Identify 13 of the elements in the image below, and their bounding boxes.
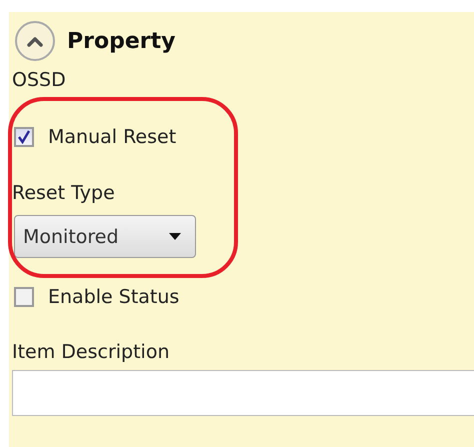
checkbox-label: Enable Status <box>48 286 180 308</box>
checkbox-label: Manual Reset <box>48 126 176 148</box>
chevron-icon <box>26 35 44 47</box>
item-description-field[interactable] <box>12 370 474 416</box>
section-title: Property <box>67 28 176 54</box>
dropdown-arrow-icon <box>169 233 181 240</box>
field-label: Item Description <box>12 340 171 364</box>
field-label: Reset Type <box>12 181 116 205</box>
checkbox[interactable] <box>14 127 34 147</box>
checkbox[interactable] <box>14 287 34 307</box>
group-label: OSSD <box>12 68 67 92</box>
collapse-button[interactable] <box>15 21 55 61</box>
reset-type-dropdown[interactable]: Monitored <box>14 215 196 258</box>
